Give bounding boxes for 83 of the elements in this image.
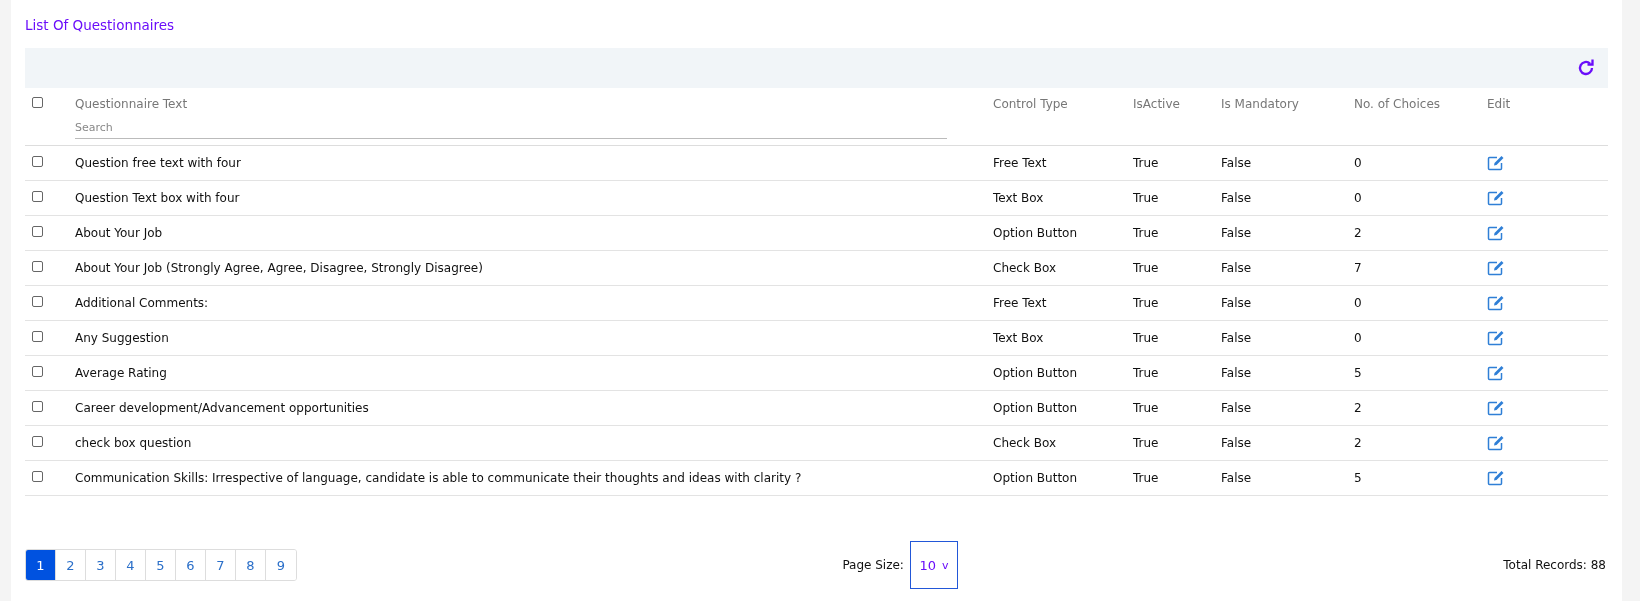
table-cell: False [1221, 191, 1252, 205]
table-cell: check box question [75, 436, 192, 450]
checkbox[interactable] [32, 401, 43, 412]
checkbox[interactable] [32, 191, 43, 202]
page-size-dropdown[interactable]: 10 v [909, 541, 958, 589]
page-title: List Of Questionnaires [25, 17, 175, 33]
table-cell: True [1133, 296, 1159, 310]
table-cell: False [1221, 401, 1252, 415]
table-cell: False [1221, 261, 1252, 275]
edit-icon[interactable] [1487, 155, 1505, 171]
column-header: No. of Choices [1354, 97, 1440, 111]
edit-icon[interactable] [1487, 435, 1505, 451]
table-cell: 2 [1354, 436, 1362, 450]
page-size-label: Page Size: [842, 558, 904, 572]
table-cell: False [1221, 226, 1252, 240]
table-cell: False [1221, 436, 1252, 450]
edit-icon[interactable] [1487, 400, 1505, 416]
table-cell: False [1221, 296, 1252, 310]
table-cell: True [1133, 191, 1159, 205]
table-cell: Option Button [993, 226, 1078, 240]
table-cell: True [1133, 156, 1159, 170]
edit-icon[interactable] [1487, 470, 1505, 486]
table-cell: Free Text [993, 156, 1047, 170]
table-cell: True [1133, 471, 1159, 485]
table-cell: 0 [1354, 191, 1362, 205]
table-cell: False [1221, 366, 1252, 380]
table-cell: True [1133, 401, 1159, 415]
table-cell: 5 [1354, 471, 1362, 485]
table-cell: Average Rating [75, 366, 167, 380]
column-header: Is Mandatory [1221, 97, 1299, 111]
table-cell: About Your Job [75, 226, 163, 240]
checkbox[interactable] [32, 226, 43, 237]
table-cell: Text Box [993, 191, 1044, 205]
table-cell: Question Text box with four [75, 191, 240, 205]
column-header: Edit [1487, 97, 1511, 111]
column-header: Questionnaire Text [75, 97, 188, 111]
table-cell: Communication Skills: Irrespective of language, candidate is able to communicate their thoughts and ideas with clarity ? [75, 471, 802, 485]
edit-icon[interactable] [1487, 225, 1505, 241]
table-cell: False [1221, 471, 1252, 485]
table-cell: 0 [1354, 331, 1362, 345]
table-cell: Question free text with four [75, 156, 241, 170]
column-header: Control Type [993, 97, 1068, 111]
table-cell: 5 [1354, 366, 1362, 380]
checkbox[interactable] [32, 97, 43, 108]
edit-icon[interactable] [1487, 330, 1505, 346]
table-cell: Option Button [993, 401, 1078, 415]
table-cell: True [1133, 436, 1159, 450]
page-button[interactable]: 1 [26, 550, 56, 580]
table-cell: Free Text [993, 296, 1047, 310]
edit-icon[interactable] [1487, 260, 1505, 276]
edit-icon[interactable] [1487, 190, 1505, 206]
checkbox[interactable] [32, 471, 43, 482]
table-cell: True [1133, 331, 1159, 345]
table-cell: Option Button [993, 366, 1078, 380]
table-cell: True [1133, 226, 1159, 240]
total-records: Total Records: 88 [1503, 558, 1607, 572]
table-cell: Check Box [993, 261, 1057, 275]
column-header: IsActive [1133, 97, 1180, 111]
table-cell: Check Box [993, 436, 1057, 450]
checkbox[interactable] [32, 261, 43, 272]
table-cell: 0 [1354, 296, 1362, 310]
table-cell: Career development/Advancement opportunities [75, 401, 369, 415]
table-cell: 2 [1354, 401, 1362, 415]
table-cell: Option Button [993, 471, 1078, 485]
table-cell: 7 [1354, 261, 1362, 275]
table-cell: False [1221, 156, 1252, 170]
table-cell: Any Suggestion [75, 331, 169, 345]
checkbox[interactable] [32, 366, 43, 377]
table-cell: True [1133, 261, 1159, 275]
table-cell: False [1221, 331, 1252, 345]
table-cell: 0 [1354, 156, 1362, 170]
table-cell: 2 [1354, 226, 1362, 240]
table-cell: About Your Job (Strongly Agree, Agree, Disagree, Strongly Disagree) [75, 261, 483, 275]
refresh-icon[interactable] [1576, 58, 1596, 78]
edit-icon[interactable] [1487, 365, 1505, 381]
checkbox[interactable] [32, 436, 43, 447]
table-cell: True [1133, 366, 1159, 380]
edit-icon[interactable] [1487, 295, 1505, 311]
checkbox[interactable] [32, 296, 43, 307]
checkbox[interactable] [32, 156, 43, 167]
checkbox[interactable] [32, 331, 43, 342]
table-cell: Text Box [993, 331, 1044, 345]
table-cell: Additional Comments: [75, 296, 209, 310]
